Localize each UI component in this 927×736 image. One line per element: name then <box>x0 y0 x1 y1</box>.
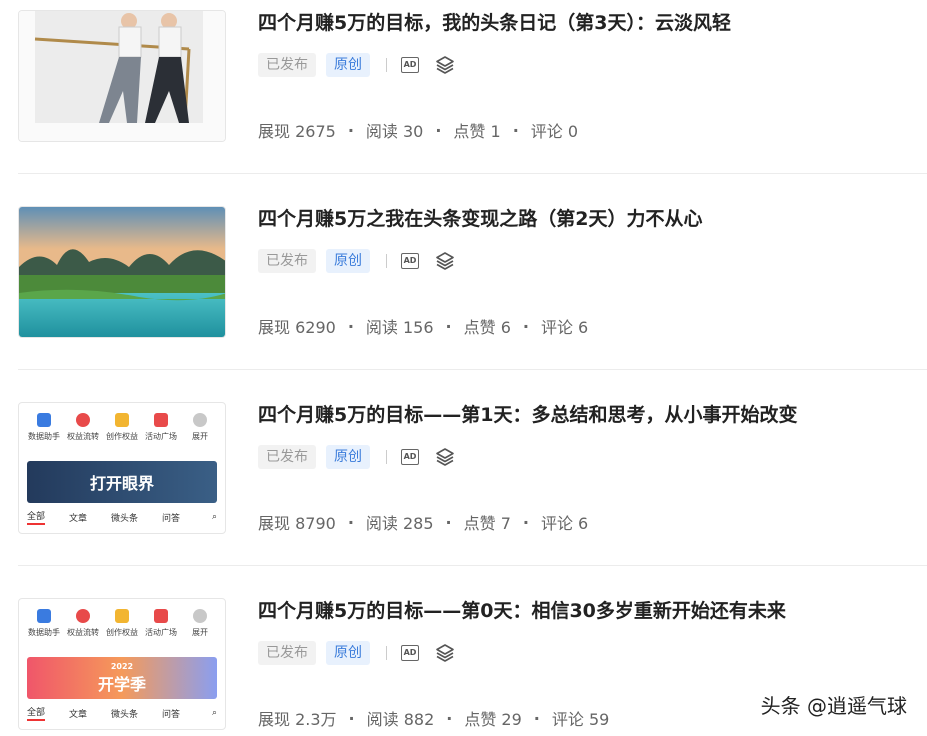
row-divider <box>18 369 927 370</box>
app-shortcut-row: 数据助手 权益流转 创作权益 活动广场 展开 <box>25 413 219 442</box>
row-divider <box>18 173 927 174</box>
article-tags: 已发布 原创 AD <box>258 640 455 666</box>
app-shortcut: 权益流转 <box>64 413 102 442</box>
promo-banner: 打开眼界 <box>27 461 217 503</box>
layers-icon[interactable] <box>435 55 455 75</box>
views-count: 展现 2.3万 <box>258 710 337 729</box>
app-shortcut: 展开 <box>181 413 219 442</box>
comments-count: 评论 6 <box>540 318 589 337</box>
views-count: 展现 2675 <box>258 122 336 141</box>
crown-icon <box>115 413 129 427</box>
search-icon: ⌕ <box>211 512 217 522</box>
crown-icon <box>115 609 129 623</box>
article-stats: 展现 2.3万 · 阅读 882 · 点赞 29 · 评论 59 <box>258 706 609 730</box>
row-divider <box>18 565 927 566</box>
ad-icon[interactable]: AD <box>401 253 419 269</box>
article-stats: 展现 8790 · 阅读 285 · 点赞 7 · 评论 6 <box>258 510 588 534</box>
ad-icon[interactable]: AD <box>401 645 419 661</box>
ad-icon[interactable]: AD <box>401 449 419 465</box>
app-shortcut: 数据助手 <box>25 413 63 442</box>
views-count: 展现 8790 <box>258 514 336 533</box>
article-thumbnail[interactable] <box>18 10 226 142</box>
app-shortcut: 数据助手 <box>25 609 63 638</box>
status-badge: 已发布 <box>258 53 316 77</box>
tag-divider <box>386 646 387 660</box>
article-thumbnail[interactable]: 数据助手 权益流转 创作权益 活动广场 展开 打开眼界 全部 文章 微头条 问答… <box>18 402 226 534</box>
likes-count: 点赞 6 <box>463 318 511 337</box>
original-badge: 原创 <box>326 249 370 273</box>
app-shortcut: 创作权益 <box>103 413 141 442</box>
likes-count: 点赞 1 <box>453 122 501 141</box>
thumb-tabs: 全部 文章 微头条 问答 ⌕ <box>27 705 217 721</box>
chart-icon <box>37 413 51 427</box>
app-shortcut: 创作权益 <box>103 609 141 638</box>
thumb-tabs: 全部 文章 微头条 问答 ⌕ <box>27 509 217 525</box>
comments-count: 评论 0 <box>530 122 579 141</box>
layers-icon[interactable] <box>435 251 455 271</box>
tag-divider <box>386 254 387 268</box>
article-item[interactable]: 数据助手 权益流转 创作权益 活动广场 展开 打开眼界 全部 文章 微头条 问答… <box>0 402 927 552</box>
original-badge: 原创 <box>326 445 370 469</box>
comments-count: 评论 59 <box>551 710 610 729</box>
app-shortcut-row: 数据助手 权益流转 创作权益 活动广场 展开 <box>25 609 219 638</box>
yuan-icon <box>76 609 90 623</box>
expand-icon <box>193 413 207 427</box>
article-item[interactable]: 四个月赚5万的目标，我的头条日记（第3天）：云淡风轻 已发布 原创 AD 展现 … <box>0 10 927 160</box>
expand-icon <box>193 609 207 623</box>
likes-count: 点赞 29 <box>464 710 522 729</box>
reads-count: 阅读 156 <box>365 318 434 337</box>
article-tags: 已发布 原创 AD <box>258 248 455 274</box>
reads-count: 阅读 285 <box>365 514 434 533</box>
watermark: 头条 @逍遥气球 <box>760 694 907 718</box>
comments-count: 评论 6 <box>540 514 589 533</box>
tag-divider <box>386 58 387 72</box>
article-title[interactable]: 四个月赚5万之我在头条变现之路（第2天）力不从心 <box>258 206 702 232</box>
reads-count: 阅读 882 <box>366 710 435 729</box>
article-title[interactable]: 四个月赚5万的目标，我的头条日记（第3天）：云淡风轻 <box>258 10 731 36</box>
article-stats: 展现 6290 · 阅读 156 · 点赞 6 · 评论 6 <box>258 314 588 338</box>
search-icon: ⌕ <box>211 708 217 718</box>
ad-icon[interactable]: AD <box>401 57 419 73</box>
tag-divider <box>386 450 387 464</box>
article-thumbnail[interactable]: 数据助手 权益流转 创作权益 活动广场 展开 2022 开学季 全部 文章 微头… <box>18 598 226 730</box>
reads-count: 阅读 30 <box>365 122 424 141</box>
flag-icon <box>154 413 168 427</box>
promo-banner: 2022 开学季 <box>27 657 217 699</box>
article-title[interactable]: 四个月赚5万的目标——第1天：多总结和思考，从小事开始改变 <box>258 402 797 428</box>
article-title[interactable]: 四个月赚5万的目标——第0天：相信30多岁重新开始还有未来 <box>258 598 786 624</box>
chart-icon <box>37 609 51 623</box>
app-shortcut: 展开 <box>181 609 219 638</box>
flag-icon <box>154 609 168 623</box>
likes-count: 点赞 7 <box>463 514 511 533</box>
views-count: 展现 6290 <box>258 318 336 337</box>
app-shortcut: 权益流转 <box>64 609 102 638</box>
article-thumbnail[interactable] <box>18 206 226 338</box>
status-badge: 已发布 <box>258 445 316 469</box>
article-tags: 已发布 原创 AD <box>258 444 455 470</box>
landscape-photo <box>19 207 225 337</box>
layers-icon[interactable] <box>435 447 455 467</box>
article-stats: 展现 2675 · 阅读 30 · 点赞 1 · 评论 0 <box>258 118 578 142</box>
article-item[interactable]: 四个月赚5万之我在头条变现之路（第2天）力不从心 已发布 原创 AD 展现 62… <box>0 206 927 356</box>
original-badge: 原创 <box>326 53 370 77</box>
article-tags: 已发布 原创 AD <box>258 52 455 78</box>
app-shortcut: 活动广场 <box>142 609 180 638</box>
layers-icon[interactable] <box>435 643 455 663</box>
tug-of-war-photo <box>19 11 225 141</box>
app-shortcut: 活动广场 <box>142 413 180 442</box>
original-badge: 原创 <box>326 641 370 665</box>
status-badge: 已发布 <box>258 249 316 273</box>
status-badge: 已发布 <box>258 641 316 665</box>
yuan-icon <box>76 413 90 427</box>
